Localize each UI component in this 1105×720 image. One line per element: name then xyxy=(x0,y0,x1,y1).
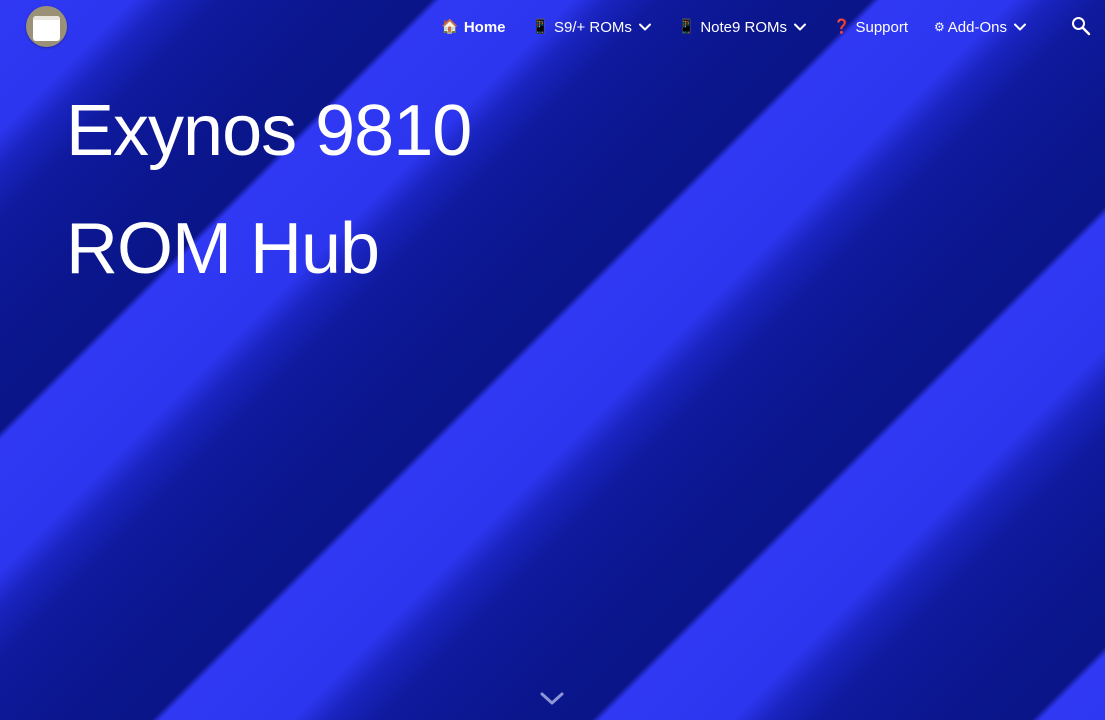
nav-item-s9-roms[interactable]: 📱 S9/+ ROMs xyxy=(532,19,652,36)
nav-item-support[interactable]: ❓ Support xyxy=(833,19,908,36)
nav-item-label: S9/+ ROMs xyxy=(553,18,632,36)
phone-icon: 📱 xyxy=(677,19,696,35)
chevron-down-icon[interactable] xyxy=(793,20,807,34)
nav-item-label: Add-Ons xyxy=(947,18,1007,36)
search-icon[interactable] xyxy=(1069,14,1093,38)
house-icon: 🏠 xyxy=(441,19,459,35)
phone-icon: 📱 xyxy=(531,19,549,35)
chevron-down-icon[interactable] xyxy=(1013,20,1027,34)
title-line-2: ROM Hub xyxy=(66,209,380,289)
question-mark-icon: ❓ xyxy=(833,19,851,35)
chevron-down-icon[interactable] xyxy=(638,20,652,34)
site-logo[interactable] xyxy=(26,6,67,47)
gear-icon: ⚙ xyxy=(934,20,945,34)
page-title: Exynos 9810 ROM Hub xyxy=(66,72,472,308)
nav-item-label: Home xyxy=(463,18,506,36)
nav-item-home[interactable]: 🏠 Home xyxy=(441,19,505,36)
title-line-1: Exynos 9810 xyxy=(66,91,472,171)
nav-item-note9-roms[interactable]: 📱 Note9 ROMs xyxy=(678,19,807,36)
nav-item-add-ons[interactable]: ⚙ Add-Ons xyxy=(934,19,1027,36)
chevron-down-icon[interactable] xyxy=(538,688,566,712)
nav-item-label: Support xyxy=(855,18,909,36)
site-logo-icon xyxy=(33,16,60,41)
top-navigation: 🏠 Home 📱 S9/+ ROMs 📱 Note9 ROMs ❓ Suppor… xyxy=(441,15,1027,39)
nav-item-label: Note9 ROMs xyxy=(700,18,788,36)
